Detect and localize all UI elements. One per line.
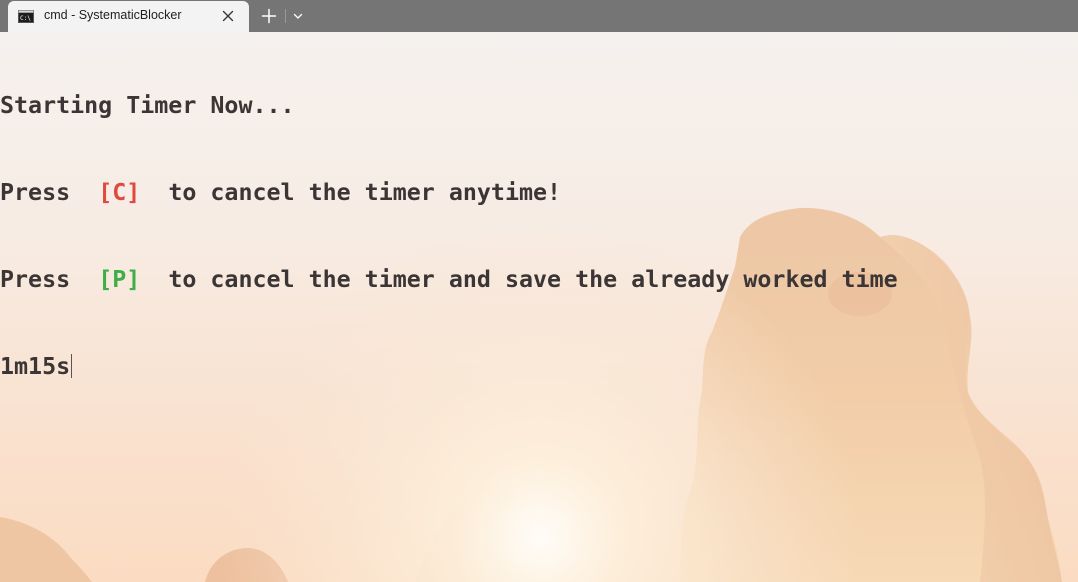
terminal-area[interactable]: Starting Timer Now... Press [C] to cance… [0, 32, 1078, 582]
elapsed-time: 1m15s [0, 353, 71, 380]
tab-bar: C:\ cmd - SystematicBlocker [0, 0, 1078, 32]
close-icon[interactable] [219, 7, 237, 25]
output-line: Starting Timer Now... [0, 91, 1078, 120]
terminal-icon: C:\ [18, 10, 34, 23]
output-line: 1m15s [0, 352, 1078, 381]
tab-separator [285, 9, 286, 23]
cancel-key-label: [C] [98, 179, 141, 206]
terminal-window: C:\ cmd - SystematicBlocker Starting Tim… [0, 0, 1078, 582]
output-text: Press [0, 266, 99, 293]
tab-title: cmd - SystematicBlocker [44, 8, 182, 22]
text-cursor [71, 354, 73, 378]
output-text: Starting Timer Now... [0, 92, 295, 119]
save-key-label: [P] [98, 266, 141, 293]
output-text: to cancel the timer anytime! [140, 179, 562, 206]
output-text: Press [0, 179, 99, 206]
tab-cmd[interactable]: C:\ cmd - SystematicBlocker [8, 1, 249, 32]
output-line: Press [P] to cancel the timer and save t… [0, 265, 1078, 294]
new-tab-icon[interactable] [259, 6, 279, 26]
svg-text:C:\: C:\ [20, 15, 31, 22]
output-text: to cancel the timer and save the already… [140, 266, 898, 293]
terminal-output: Starting Timer Now... Press [C] to cance… [0, 32, 1078, 582]
output-line: Press [C] to cancel the timer anytime! [0, 178, 1078, 207]
chevron-down-icon[interactable] [290, 8, 306, 24]
